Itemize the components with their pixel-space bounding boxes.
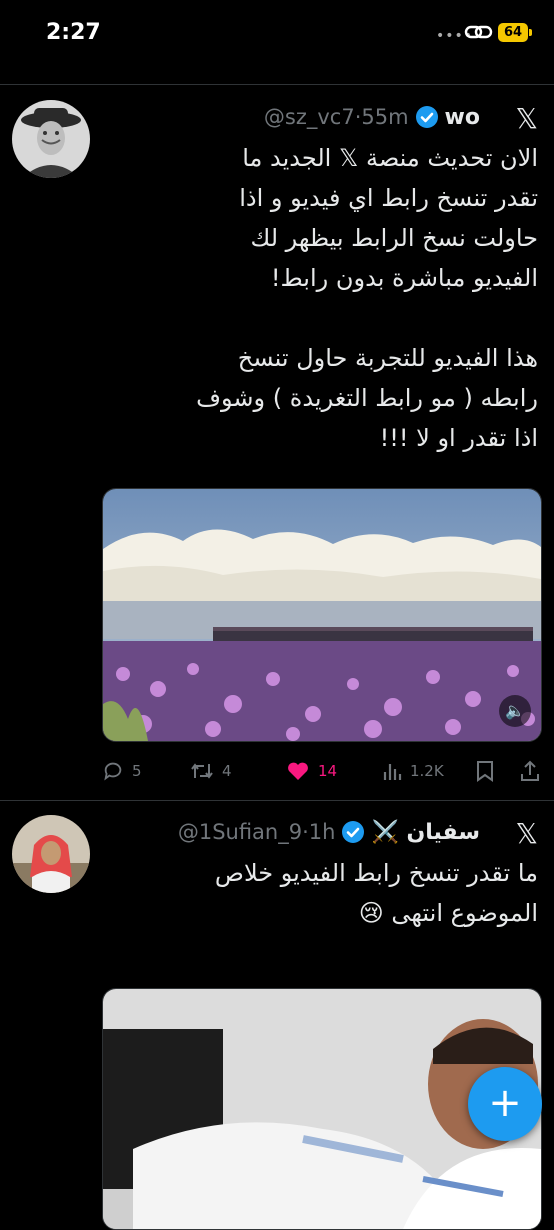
handle-and-time[interactable]: @1Sufian_9·1h (178, 820, 336, 844)
share-button[interactable] (520, 760, 540, 782)
views-icon (383, 764, 402, 780)
tweet-header: سفيان ⚔️ @1Sufian_9·1h (178, 815, 480, 849)
views-count: 1.2K (410, 762, 444, 780)
x-logo-icon[interactable]: 𝕏 (515, 102, 538, 135)
compose-plus-icon[interactable]: + (468, 1067, 542, 1141)
bookmark-icon (477, 761, 493, 782)
battery-nub (529, 29, 532, 36)
verified-badge-icon (415, 106, 438, 128)
repost-count: 4 (222, 762, 232, 780)
like-count: 14 (318, 762, 338, 780)
x-logo-icon[interactable]: 𝕏 (515, 817, 538, 850)
tweet-actions: 5 4 14 1.2K (102, 760, 540, 790)
heart-icon (288, 762, 308, 780)
bookmark-button[interactable] (476, 760, 494, 782)
tweet-1[interactable]: wo @sz_vc7·55m 𝕏 الان تحديث منصة 𝕏 الجدي… (0, 100, 554, 790)
divider (0, 84, 554, 85)
reply-icon (104, 762, 122, 781)
divider (0, 800, 554, 801)
display-name[interactable]: wo (445, 105, 480, 130)
video-frame (103, 489, 541, 741)
status-time: 2:27 (46, 20, 101, 45)
status-bar: 2:27 •••• 64 (0, 0, 554, 66)
tweet-text: ما تقدر تنسخ رابط الفيديو خلاص الموضوع ا… (214, 859, 538, 927)
speaker-icon[interactable]: 🔈 (499, 695, 531, 727)
like-button[interactable]: 14 (286, 760, 337, 782)
display-name[interactable]: سفيان ⚔️ (371, 820, 480, 845)
tweet-header: wo @sz_vc7·55m (264, 100, 480, 134)
avatar[interactable] (12, 815, 90, 893)
share-icon (521, 760, 539, 781)
repost-icon (191, 763, 213, 779)
link-icon (464, 25, 493, 39)
verified-badge-icon (342, 821, 365, 843)
tweet-text: الان تحديث منصة 𝕏 الجديد ما تقدر تنسخ را… (196, 144, 538, 452)
reply-count: 5 (132, 762, 142, 780)
avatar[interactable] (12, 100, 90, 178)
handle-and-time[interactable]: @sz_vc7·55m (264, 105, 409, 129)
tweet-2[interactable]: سفيان ⚔️ @1Sufian_9·1h 𝕏 ما تقدر تنسخ را… (0, 815, 554, 1230)
views-button[interactable]: 1.2K (382, 760, 444, 782)
reply-button[interactable]: 5 (102, 760, 142, 782)
avatar-image (12, 815, 90, 893)
battery-indicator: 64 (498, 23, 528, 42)
avatar-image (12, 100, 90, 178)
repost-button[interactable]: 4 (190, 760, 232, 782)
tweet-video[interactable]: 🔈 (102, 488, 542, 742)
